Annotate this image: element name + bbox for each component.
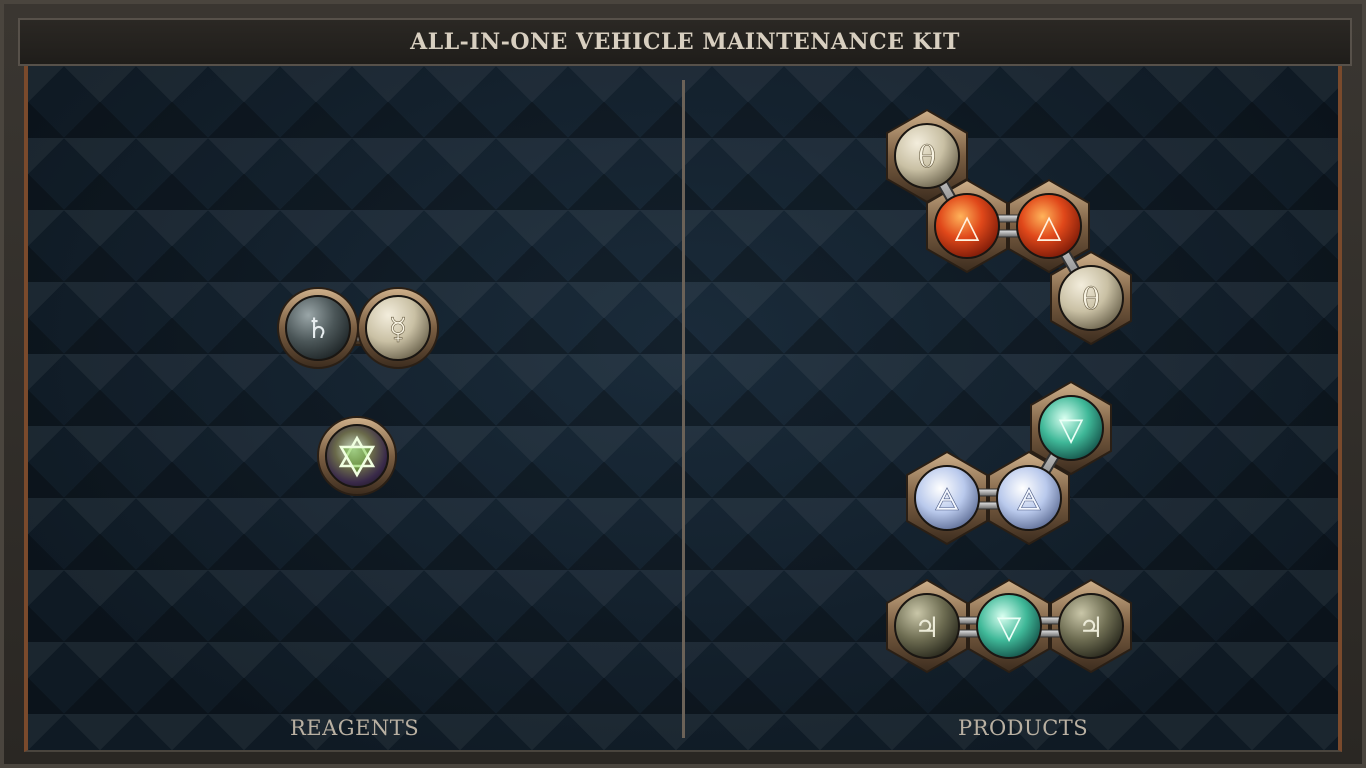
title-bar: ALL-IN-ONE VEHICLE MAINTENANCE KIT [18, 18, 1352, 66]
products-label: PRODUCTS [958, 716, 1089, 740]
reagents-label: REAGENTS [290, 716, 420, 740]
puzzle-title: ALL-IN-ONE VEHICLE MAINTENANCE KIT [410, 29, 960, 55]
section-divider [682, 80, 685, 738]
